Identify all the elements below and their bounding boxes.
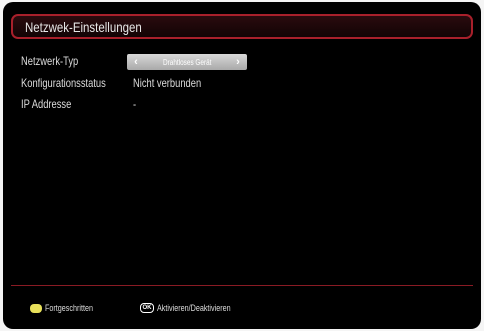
network-type-value: Drahtloses Gerät [162,57,212,67]
title-bar: Netzwek-Einstellungen [11,14,473,39]
chevron-left-icon[interactable]: ‹ [131,54,141,70]
config-status-label: Konfigurationsstatus [21,76,106,90]
toggle-label: Aktivieren/Deaktivieren [157,303,231,313]
footer-divider [11,285,473,286]
toggle-action[interactable]: OK Aktivieren/Deaktivieren [140,303,249,313]
chevron-right-icon[interactable]: › [233,54,243,70]
advanced-action[interactable]: Fortgeschritten [30,303,105,313]
yellow-button-icon [30,303,42,313]
settings-screen: Netzwek-Einstellungen Netzwerk-Typ ‹ Dra… [3,2,481,329]
ip-address-label: IP Addresse [21,97,72,111]
advanced-label: Fortgeschritten [45,303,94,313]
ip-address-value: - [133,97,137,111]
network-type-selector[interactable]: ‹ Drahtloses Gerät › [127,54,247,70]
network-type-label: Netzwerk-Typ [21,54,79,68]
page-title: Netzwek-Einstellungen [25,18,142,35]
ok-button-icon: OK [140,303,154,313]
config-status-value: Nicht verbunden [133,76,202,90]
